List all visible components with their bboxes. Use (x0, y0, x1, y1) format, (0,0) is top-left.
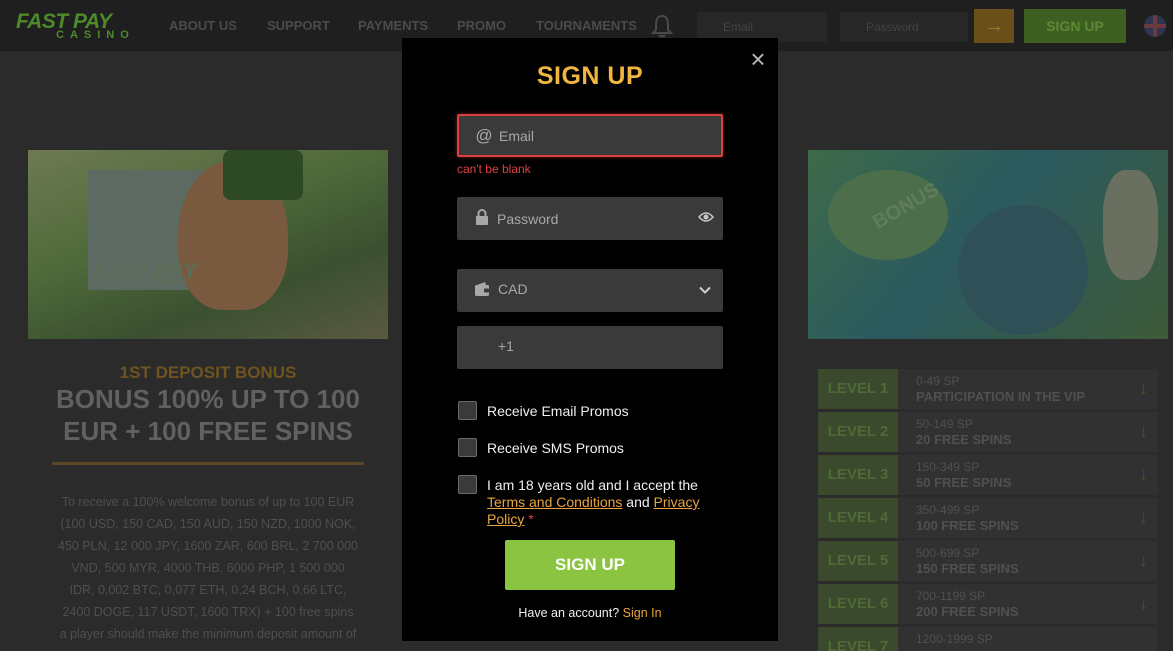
password-field[interactable] (457, 197, 723, 240)
signup-submit-button[interactable]: SIGN UP (505, 540, 675, 590)
email-field[interactable]: @ (457, 114, 723, 157)
level-reward: 100 FREE SPINS (916, 518, 1019, 533)
email-promos-checkbox[interactable] (458, 401, 477, 420)
lock-icon (476, 209, 488, 225)
email-error-text: can't be blank (457, 162, 531, 176)
header-password-input[interactable]: Password (840, 12, 968, 42)
arrow-down-icon[interactable]: ↓ (1139, 593, 1148, 614)
level-points: 0-49 SP (916, 374, 960, 388)
list-item[interactable]: LEVEL 2 50-149 SP 20 FREE SPINS ↓ (818, 412, 1158, 452)
currency-value: CAD (498, 281, 528, 297)
level-reward: 150 FREE SPINS (916, 561, 1019, 576)
password-input[interactable] (497, 197, 707, 240)
bonus-text-line: 2400 DOGE, 117 USDT, 1600 TRX) + 100 fre… (62, 605, 354, 619)
level-reward: 50 FREE SPINS (916, 475, 1012, 490)
level-label: LEVEL 2 (818, 412, 898, 452)
phone-prefix: +1 (498, 338, 514, 354)
bonus-text-line: To receive a 100% welcome bonus of up to… (61, 495, 355, 509)
level-points: 350-499 SP (916, 503, 980, 517)
divider (52, 462, 364, 465)
arrow-down-icon[interactable]: ↓ (1139, 464, 1148, 485)
privacy-link-cont[interactable]: Policy (487, 511, 524, 527)
have-account-row: Have an account? Sign In (402, 606, 778, 620)
bonus-text-line: 450 PLN, 12 000 JPY, 1600 ZAR, 600 BRL, … (58, 539, 358, 553)
bell-icon[interactable] (651, 14, 673, 38)
nav-about-us[interactable]: ABOUT US (169, 0, 237, 52)
chevron-down-icon (699, 286, 711, 294)
vip-banner: BONUS (808, 150, 1168, 339)
uk-flag-icon[interactable] (1144, 15, 1166, 37)
modal-title: SIGN UP (536, 62, 644, 90)
deposit-bonus-label: 1ST DEPOSIT BONUS (119, 363, 297, 382)
terms-label: I am 18 years old and I accept the Terms… (487, 477, 717, 528)
level-points: 700-1199 SP (916, 589, 986, 603)
list-item[interactable]: LEVEL 1 0-49 SP PARTICIPATION IN THE VIP… (818, 369, 1158, 409)
bonus-text-line: a player should make the minimum deposit… (59, 627, 357, 641)
vip-levels-list: LEVEL 1 0-49 SP PARTICIPATION IN THE VIP… (818, 369, 1158, 651)
list-item[interactable]: LEVEL 6 700-1199 SP 200 FREE SPINS ↓ (818, 584, 1158, 624)
level-points: 500-699 SP (916, 546, 980, 560)
list-item[interactable]: LEVEL 7 1200-1999 SP (818, 627, 1158, 651)
have-account-text: Have an account? (518, 606, 620, 620)
level-reward: 200 FREE SPINS (916, 604, 1019, 619)
terms-prefix: I am 18 years old and I accept the (487, 477, 698, 493)
sms-promos-checkbox[interactable] (458, 438, 477, 457)
owl-illustration (1103, 170, 1158, 280)
level-points: 150-349 SP (916, 460, 980, 474)
list-item[interactable]: LEVEL 4 350-499 SP 100 FREE SPINS ↓ (818, 498, 1158, 538)
level-points: 50-149 SP (916, 417, 973, 431)
terms-and: and (626, 494, 650, 510)
eye-icon[interactable] (698, 211, 714, 223)
level-label: LEVEL 1 (818, 369, 898, 409)
arrow-down-icon[interactable]: ↓ (1139, 421, 1148, 442)
level-label: LEVEL 7 (818, 627, 898, 651)
level-label: LEVEL 3 (818, 455, 898, 495)
wallet-icon (475, 282, 489, 296)
logo[interactable]: FAST PAY CASINO (16, 10, 141, 42)
welcome-bonus-banner: FAST PAY CASINO (28, 150, 388, 339)
currency-select[interactable]: CAD (457, 269, 723, 312)
email-input[interactable] (499, 116, 709, 155)
header-login-arrow-button[interactable]: → (974, 9, 1014, 43)
level-reward: 20 FREE SPINS (916, 432, 1012, 447)
bonus-text-line: VND, 500 MYR, 4000 THB, 6000 PHP, 1 500 … (71, 561, 345, 575)
at-icon: @ (475, 126, 493, 145)
sms-promos-label[interactable]: Receive SMS Promos (487, 440, 624, 457)
bonus-headline: BONUS 100% UP TO 100 EUR + 100 FREE SPIN… (28, 383, 388, 447)
terms-link[interactable]: Terms and Conditions (487, 494, 622, 510)
arrow-down-icon[interactable]: ↓ (1139, 550, 1148, 571)
required-asterisk: * (528, 511, 534, 527)
header-signup-button[interactable]: SIGN UP (1024, 9, 1126, 43)
bonus-text-line: IDR, 0,002 BTC, 0,077 ETH, 0,24 BCH, 0,6… (69, 583, 347, 597)
level-label: LEVEL 4 (818, 498, 898, 538)
arrow-down-icon[interactable]: ↓ (1139, 507, 1148, 528)
sign-in-link[interactable]: Sign In (623, 606, 662, 620)
level-points: 1200-1999 SP (916, 632, 993, 646)
bonus-headline-line-2: EUR + 100 FREE SPINS (63, 416, 353, 446)
level-reward: PARTICIPATION IN THE VIP (916, 389, 1086, 404)
email-promos-label[interactable]: Receive Email Promos (487, 403, 629, 420)
arrow-down-icon[interactable]: ↓ (1139, 378, 1148, 399)
bonus-headline-line-1: BONUS 100% UP TO 100 (56, 384, 360, 414)
bonus-text-line: (100 USD, 150 CAD, 150 AUD, 150 NZD, 100… (60, 517, 356, 531)
phone-field[interactable]: +1 (457, 326, 723, 369)
privacy-link[interactable]: Privacy (654, 494, 700, 510)
level-label: LEVEL 6 (818, 584, 898, 624)
nav-support[interactable]: SUPPORT (267, 0, 330, 52)
logo-subtext: CASINO (56, 29, 135, 41)
bonus-description: To receive a 100% welcome bonus of up to… (48, 491, 368, 645)
level-label: LEVEL 5 (818, 541, 898, 581)
terms-checkbox[interactable] (458, 475, 477, 494)
signup-modal: × SIGN UP @ can't be blank CAD +1 Receiv… (402, 38, 778, 641)
banner-logo-subtext: CASINO (123, 277, 192, 288)
hero-illustration (958, 205, 1088, 335)
list-item[interactable]: LEVEL 3 150-349 SP 50 FREE SPINS ↓ (818, 455, 1158, 495)
list-item[interactable]: LEVEL 5 500-699 SP 150 FREE SPINS ↓ (818, 541, 1158, 581)
